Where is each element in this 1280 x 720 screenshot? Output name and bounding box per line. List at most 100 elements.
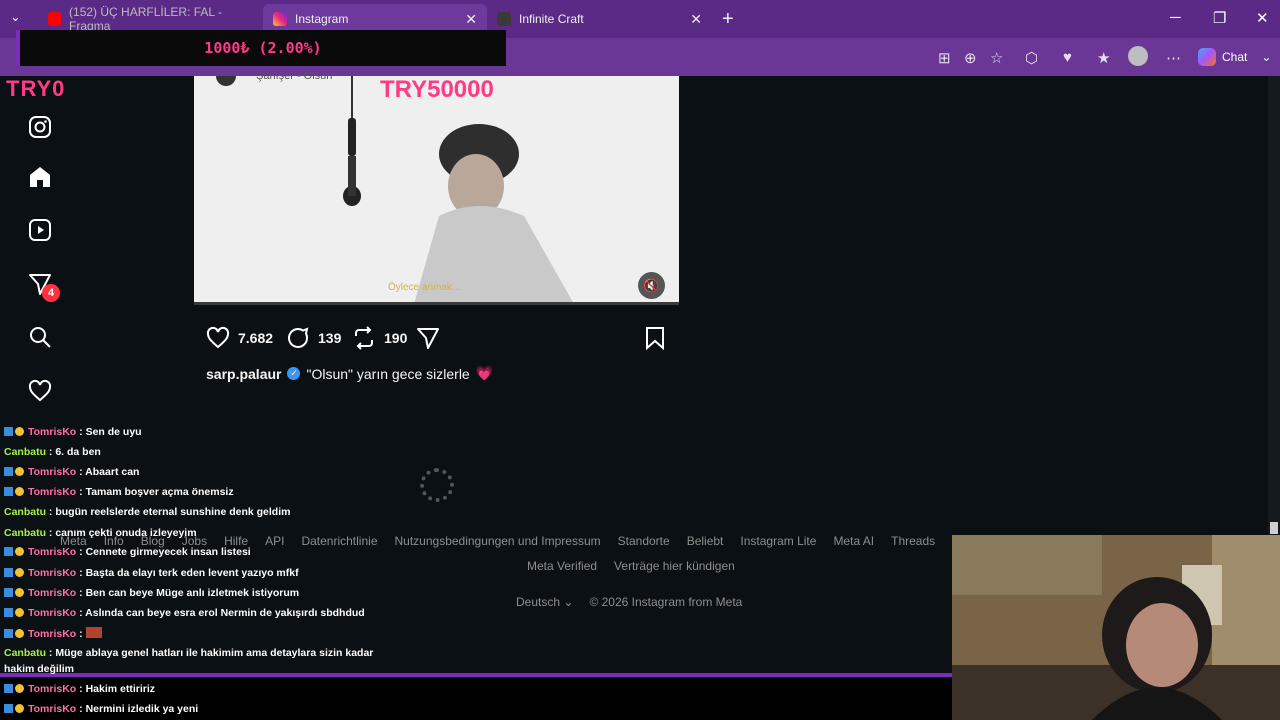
comment-icon: [288, 327, 309, 348]
instagram-icon[interactable]: [26, 113, 54, 141]
footer-links-secondary: Meta Verified Verträge hier kündigen: [527, 559, 735, 573]
chat-message: TomrisKo : Cennete girmeyecek insan list…: [4, 546, 251, 558]
chevron-down-icon: ⌄: [1261, 50, 1272, 64]
repost-icon: [355, 326, 373, 350]
close-window-icon[interactable]: ✕: [1256, 9, 1269, 27]
footer-link[interactable]: Instagram Lite: [740, 534, 816, 548]
chat-username: TomrisKo: [28, 628, 77, 640]
share-button[interactable]: [416, 326, 440, 350]
footer-link[interactable]: Beliebt: [687, 534, 724, 548]
coin-badge-icon: [15, 588, 24, 597]
language-label: Deutsch: [516, 595, 561, 609]
footer-link[interactable]: Nutzungsbedingungen und Impressum: [395, 534, 601, 548]
donation-amount: 1000₺ (2.00%): [204, 39, 322, 57]
chat-username: TomrisKo: [28, 546, 77, 558]
coin-badge-icon: [15, 487, 24, 496]
post-username[interactable]: sarp.palaur: [206, 366, 281, 382]
chat-message: TomrisKo : Hakim ettiririz: [4, 683, 155, 695]
save-button[interactable]: [644, 326, 666, 350]
favorites-icon[interactable]: ★: [1097, 49, 1110, 67]
chat-username: TomrisKo: [28, 703, 77, 715]
language-selector[interactable]: Deutsch ⌄: [516, 595, 573, 609]
chat-username: TomrisKo: [28, 567, 77, 579]
tab-infinite-craft[interactable]: Infinite Craft ✕: [487, 4, 712, 34]
chat-username: TomrisKo: [28, 466, 77, 478]
minimize-icon[interactable]: ─: [1170, 9, 1181, 26]
platform-icon: [4, 487, 13, 496]
search-icon[interactable]: [26, 323, 54, 351]
comment-count: 139: [318, 330, 342, 346]
chat-message: TomrisKo : Sen de uyu: [4, 426, 142, 438]
close-tab-icon[interactable]: ✕: [465, 11, 477, 28]
bookmark-icon: [646, 327, 664, 350]
chat-text: : bugün reelslerde eternal sunshine denk…: [46, 506, 291, 518]
chat-text: : Sen de uyu: [76, 426, 142, 438]
profile-avatar[interactable]: [1128, 46, 1148, 66]
repost-button[interactable]: 190: [352, 326, 407, 350]
platform-icon: [4, 568, 13, 577]
chat-text: : Tamam boşver açma önemsiz: [76, 486, 234, 498]
chat-username: TomrisKo: [28, 486, 77, 498]
coin-badge-icon: [15, 704, 24, 713]
notifications-heart-icon[interactable]: [26, 377, 54, 405]
copilot-chat-button[interactable]: Chat ⌄: [1198, 46, 1271, 68]
repost-count: 190: [384, 330, 408, 346]
video-progress-bar[interactable]: [194, 302, 679, 305]
footer-link[interactable]: Datenrichtlinie: [301, 534, 377, 548]
like-button[interactable]: 7.682: [206, 326, 273, 350]
restore-icon[interactable]: ❐: [1213, 9, 1226, 27]
platform-icon: [4, 629, 13, 638]
loading-spinner-icon: [420, 468, 454, 502]
chat-text: : Aslında can beye esra erol Nermin de y…: [76, 607, 365, 619]
chat-username: Canbatu: [4, 527, 46, 539]
chat-text: hakim değilim: [4, 663, 75, 675]
reels-icon[interactable]: [26, 216, 54, 244]
chat-message: TomrisKo : Abaart can: [4, 466, 139, 478]
chat-message: TomrisKo :: [4, 627, 102, 640]
extensions-icon[interactable]: ⬡: [1025, 49, 1038, 67]
heart-icon: [206, 326, 230, 349]
chat-message: hakim değilim: [4, 663, 74, 675]
copilot-icon: [1198, 48, 1216, 66]
tab-label: (152) ÜÇ HARFLİLER: FAL - Fragma: [69, 5, 222, 33]
song-label: Şanışer - Olsun: [256, 70, 333, 82]
platform-icon: [4, 467, 13, 476]
app-available-icon[interactable]: ⊞: [938, 49, 951, 67]
platform-icon: [4, 588, 13, 597]
mute-button[interactable]: 🔇: [638, 272, 665, 299]
performance-icon[interactable]: ♥: [1063, 49, 1072, 66]
chat-text: : Hakim ettiririz: [76, 683, 156, 695]
footer-link[interactable]: Standorte: [618, 534, 670, 548]
scrollbar-thumb[interactable]: [1270, 522, 1278, 534]
coin-badge-icon: [15, 427, 24, 436]
footer-link[interactable]: API: [265, 534, 284, 548]
footer-link[interactable]: Meta AI: [833, 534, 874, 548]
chat-text: : Başta da elayı terk eden levent yazıyo…: [76, 567, 299, 579]
platform-icon: [4, 427, 13, 436]
share-icon: [417, 328, 439, 349]
footer-language-row: Deutsch ⌄ © 2026 Instagram from Meta: [516, 595, 742, 609]
footer-link[interactable]: Meta Verified: [527, 559, 597, 573]
footer-link[interactable]: Threads: [891, 534, 935, 548]
chat-message: Canbatu : Müge ablaya genel hatları ile …: [4, 647, 373, 659]
youtube-icon: [48, 12, 62, 26]
new-tab-button[interactable]: +: [722, 8, 734, 31]
footer-link[interactable]: Verträge hier kündigen: [614, 559, 735, 573]
webcam-image: [952, 535, 1280, 720]
comment-button[interactable]: 139: [286, 326, 341, 350]
chat-text: : 6. da ben: [46, 446, 101, 458]
zoom-icon[interactable]: ⊕: [964, 49, 977, 67]
close-tab-icon[interactable]: ✕: [690, 11, 702, 28]
favorite-star-icon[interactable]: ☆: [990, 49, 1003, 67]
reel-video[interactable]: [194, 76, 679, 304]
platform-icon: [4, 684, 13, 693]
infinity-icon: [497, 12, 511, 26]
heart-emoji: 💗: [475, 365, 494, 381]
tab-actions-chevron-icon[interactable]: ⌄: [10, 9, 21, 25]
home-icon[interactable]: [26, 163, 54, 191]
stream-currency-label: TRY0: [6, 76, 66, 101]
chat-text: : Nermini izledik ya yeni: [76, 703, 199, 715]
more-menu-icon[interactable]: ⋯: [1166, 49, 1181, 67]
verified-badge-icon: ✓: [287, 367, 301, 380]
chat-message: Canbatu : bugün reelslerde eternal sunsh…: [4, 506, 290, 518]
